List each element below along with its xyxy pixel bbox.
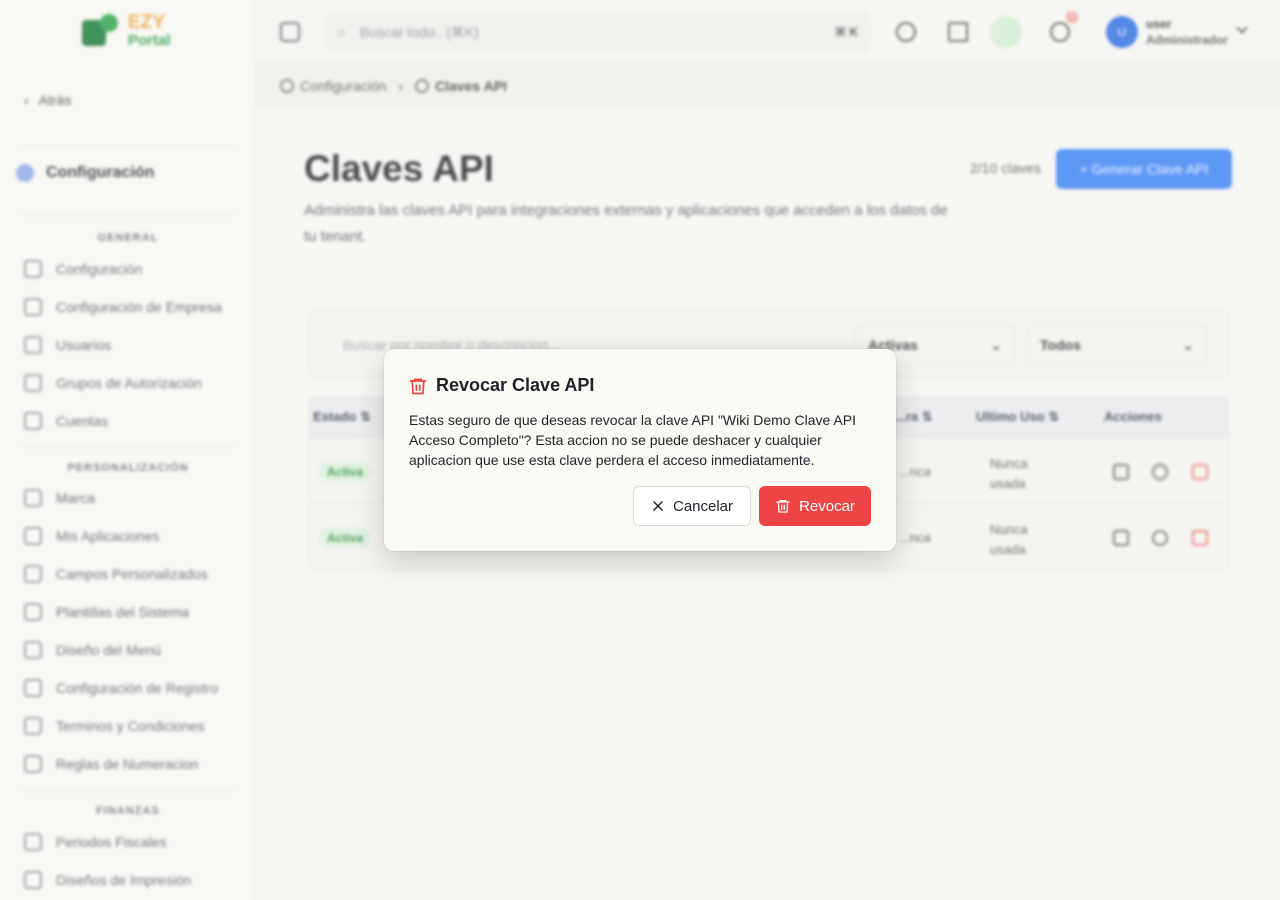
trash-icon — [775, 498, 791, 514]
revoke-label: Revocar — [799, 497, 855, 515]
cancel-label: Cancelar — [672, 497, 734, 515]
revoke-button[interactable]: Revocar — [759, 486, 871, 526]
dialog-title: Revocar Clave API — [436, 375, 595, 395]
revoke-key-dialog: Revocar Clave API Estas seguro de que de… — [384, 349, 896, 551]
close-icon — [651, 499, 665, 513]
dialog-message: Estas seguro de que deseas revocar la cl… — [409, 412, 856, 468]
dialog-header: Revocar Clave API — [408, 375, 594, 396]
trash-icon — [408, 376, 428, 396]
cancel-button[interactable]: Cancelar — [633, 486, 751, 526]
